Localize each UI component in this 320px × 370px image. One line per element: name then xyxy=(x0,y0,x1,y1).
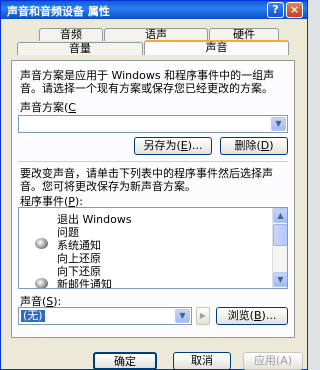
properties-window: 声音和音频设备 属性 ? × 音频 语声 硬件 音量 声音 声音方案是应用于 W… xyxy=(0,0,308,370)
sound-dropdown[interactable]: (无) ▼ xyxy=(18,307,192,325)
play-icon[interactable]: ▶ xyxy=(196,307,210,325)
browse-button[interactable]: 浏览(B)... xyxy=(216,307,288,325)
tab-volume[interactable]: 音量 xyxy=(17,42,143,55)
program-events-list[interactable]: 退出 Windows 问题 系统通知 向上还原 向下还原 新邮件通知 ▲ ▼ xyxy=(18,207,288,289)
scheme-dropdown[interactable]: ▼ xyxy=(18,115,288,133)
sounds-panel: 声音方案是应用于 Windows 和程序事件中的一组声音。请选择一个现有方案或保… xyxy=(11,60,295,338)
tab-strip: 音频 语声 硬件 音量 声音 xyxy=(1,19,307,61)
change-instructions: 要改变声音，请单击下列表中的程序事件然后选择声音。您可将更改保存为新声音方案。 xyxy=(20,167,273,193)
save-as-button[interactable]: 另存为(E)... xyxy=(134,137,212,155)
window-title: 声音和音频设备 属性 xyxy=(7,5,110,18)
title-bar[interactable]: 声音和音频设备 属性 ? × xyxy=(1,1,307,19)
scheme-description: 声音方案是应用于 Windows 和程序事件中的一组声音。请选择一个现有方案或保… xyxy=(20,69,275,95)
tab-sounds[interactable]: 声音 xyxy=(144,40,289,55)
sound-value: (无) xyxy=(21,309,45,322)
help-icon: ? xyxy=(272,3,279,16)
speaker-icon xyxy=(35,238,48,249)
scroll-down-icon[interactable]: ▼ xyxy=(273,272,287,287)
tab-sounds-label: 声音 xyxy=(205,41,228,54)
events-scrollbar[interactable]: ▲ ▼ xyxy=(272,208,287,288)
speaker-icon xyxy=(35,278,48,288)
cancel-button[interactable]: 取消 xyxy=(173,352,231,370)
chevron-down-icon[interactable]: ▼ xyxy=(175,309,190,323)
apply-button[interactable]: 应用(A) xyxy=(243,352,303,370)
scroll-thumb[interactable] xyxy=(273,224,287,246)
scheme-label: 声音方案(C xyxy=(20,101,76,114)
tab-audio[interactable]: 音频 xyxy=(39,28,103,41)
tab-audio-label: 音频 xyxy=(60,28,82,41)
close-button[interactable]: × xyxy=(286,2,303,18)
scroll-up-icon[interactable]: ▲ xyxy=(273,208,287,223)
tab-volume-label: 音量 xyxy=(69,42,91,55)
close-icon: × xyxy=(289,3,300,16)
ok-button[interactable]: 确定 xyxy=(93,352,157,370)
list-item[interactable]: 新邮件通知 xyxy=(57,276,112,288)
delete-button[interactable]: 删除(D) xyxy=(220,137,288,155)
chevron-down-icon[interactable]: ▼ xyxy=(271,117,286,131)
separator xyxy=(18,161,288,162)
help-button[interactable]: ? xyxy=(267,2,284,18)
